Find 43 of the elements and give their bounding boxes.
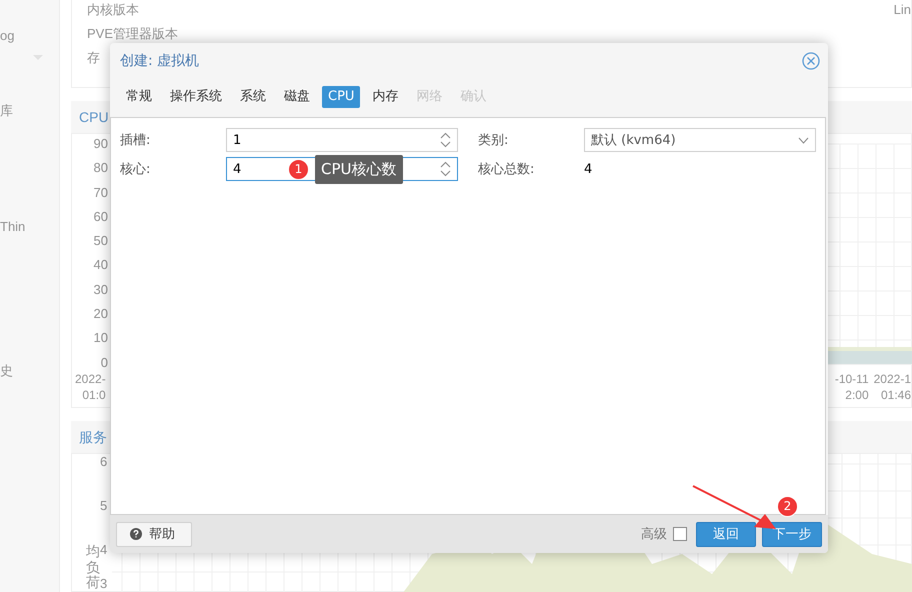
axis-tick-label: 5 xyxy=(100,498,108,514)
spinner-icon[interactable] xyxy=(440,161,451,177)
axis-tick-label: 60 xyxy=(94,208,108,225)
axis-tick-label: 0 xyxy=(100,354,108,371)
field-label: 插槽: xyxy=(120,132,152,149)
info-label: 存 xyxy=(87,50,100,66)
help-button[interactable]: 帮助 xyxy=(116,522,192,546)
spinner-icon[interactable] xyxy=(440,132,451,148)
sidebar-item-label: 史 xyxy=(0,363,14,379)
axis-tick-label: 4 xyxy=(100,542,108,558)
field-label: 核心总数: xyxy=(478,161,536,178)
sidebar-item-label: 库 xyxy=(0,103,14,119)
close-icon[interactable] xyxy=(802,52,820,70)
checkbox[interactable] xyxy=(673,527,687,541)
sidebar-item-label: og xyxy=(0,28,16,44)
dialog-title: 创建: 虚拟机 xyxy=(120,52,200,70)
axis-title: 均负荷 xyxy=(86,544,100,590)
select-field[interactable]: 默认 (kvm64) xyxy=(584,128,816,152)
caret-icon xyxy=(798,136,809,144)
axis-date-label: 2022- 01:0 xyxy=(75,370,106,403)
axis-tick-label: 3 xyxy=(100,576,108,592)
field-label: 类别: xyxy=(478,132,510,149)
tooltip: CPU核心数 xyxy=(315,155,402,184)
info-label: PVE管理器版本 xyxy=(87,26,178,42)
axis-date-label: 2022-1 01:46 xyxy=(874,370,911,403)
field-value: 4 xyxy=(584,162,592,176)
axis-tick-label: 20 xyxy=(94,306,108,322)
help-icon xyxy=(130,528,142,540)
axis-tick-label: 30 xyxy=(94,282,108,298)
axis-date-label: -10-11 2:00 xyxy=(834,370,869,403)
sidebar-item-label: Thin xyxy=(0,219,26,235)
axis-tick-label: 90 xyxy=(94,136,108,152)
axis-tick-label: 40 xyxy=(94,257,108,274)
axis-tick-label: 50 xyxy=(94,233,108,250)
number-field[interactable]: 1 xyxy=(226,128,458,152)
axis-tick-label: 10 xyxy=(94,330,108,346)
axis-tick-label: 80 xyxy=(94,160,108,176)
checkbox-label: 高级 xyxy=(641,526,667,543)
info-value: Lin xyxy=(894,2,911,18)
info-label: 内核版本 xyxy=(87,2,139,18)
field-label: 核心: xyxy=(120,161,152,178)
axis-tick-label: 70 xyxy=(94,184,108,201)
axis-tick-label: 6 xyxy=(100,454,108,470)
